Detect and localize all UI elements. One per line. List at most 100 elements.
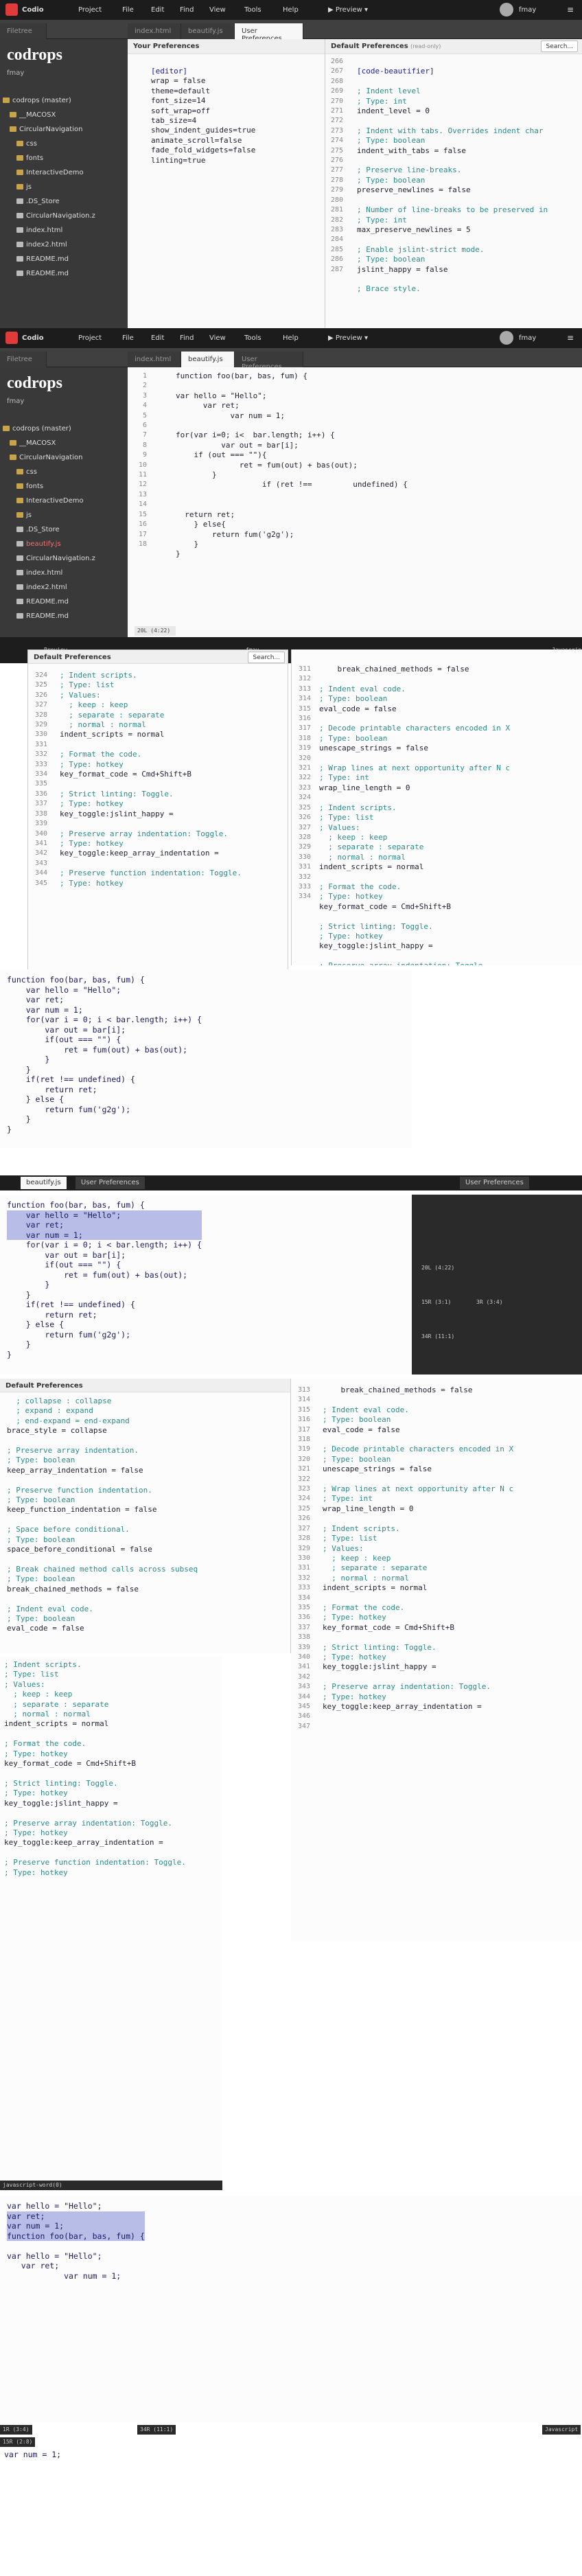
- tree-item-label: README.md: [26, 612, 69, 620]
- user-name[interactable]: fmay: [519, 6, 536, 14]
- search-button[interactable]: Search...: [248, 652, 285, 663]
- code-fragment-1[interactable]: function foo(bar, bas, fum) { var hello …: [0, 969, 412, 1148]
- menu-project[interactable]: Project: [78, 334, 102, 342]
- menu-view[interactable]: View: [209, 334, 226, 342]
- code-snippet[interactable]: var hello = "Hello"; var ret; var num = 1;…: [7, 2201, 145, 2281]
- code-fragment-2[interactable]: function foo(bar, bas, fum) { var hello …: [0, 1195, 412, 1375]
- tab-filetree[interactable]: Filetree: [0, 352, 47, 367]
- preference-line: ; separate : separate: [319, 842, 424, 852]
- preference-line: ; Preserve array indentation: Toggle.: [319, 961, 510, 965]
- tree-item[interactable]: codrops (master): [0, 425, 128, 439]
- tree-item[interactable]: InteractiveDemo: [0, 169, 128, 183]
- tab-user-preferences[interactable]: User Preferences: [460, 1177, 529, 1189]
- tab-index-html[interactable]: index.html: [128, 23, 181, 39]
- menu-project[interactable]: Project: [78, 6, 102, 14]
- preferences-code[interactable]: ; Indent scripts.; Type: list; Values: ;…: [60, 671, 242, 888]
- tree-item[interactable]: index.html: [0, 227, 128, 241]
- tree-item[interactable]: README.md: [0, 612, 128, 627]
- code-line: for(var i = 0; i < bar.length; i++) {: [7, 1240, 202, 1250]
- default-preferences-fragment[interactable]: Default Preferences Search... 324 325 326 3…: [27, 649, 288, 972]
- user-preferences-code[interactable]: [editor] wrap = false theme=default font_si…: [151, 67, 255, 165]
- code-snippet[interactable]: function foo(bar, bas, fum) { var hello …: [7, 975, 202, 1134]
- preferences-code[interactable]: break_chained_methods = false ; Indent e…: [319, 665, 510, 965]
- tab-beautify-js[interactable]: beautify.js: [21, 1177, 67, 1189]
- menu-edit[interactable]: Edit: [151, 334, 164, 342]
- code-fragment-3[interactable]: var hello = "Hello"; var ret; var num = 1;…: [0, 2196, 582, 2422]
- preference-line: ; Strict linting: Toggle.: [60, 789, 174, 798]
- default-preferences-code[interactable]: [code-beautifier] ; Indent level; Type: …: [357, 57, 548, 295]
- tab-filetree[interactable]: Filetree: [0, 23, 47, 39]
- preferences-code[interactable]: ; collapse : collapse ; expand : expand …: [7, 1396, 198, 1634]
- tree-item[interactable]: fonts: [0, 154, 128, 169]
- tree-item[interactable]: fonts: [0, 483, 128, 497]
- menu-hamburger-icon[interactable]: ≡: [567, 5, 574, 14]
- menu-hamburger-icon[interactable]: ≡: [567, 333, 574, 343]
- default-preferences-fragment-3[interactable]: 313 314 315 316 317 318 319 320 321 322 323 324 325 3…: [291, 1379, 582, 1942]
- tab-index-html[interactable]: index.html: [128, 352, 181, 367]
- menu-file[interactable]: File: [122, 334, 134, 342]
- code-snippet[interactable]: var num = 1;: [4, 2450, 61, 2460]
- tree-item[interactable]: CircularNavigation: [0, 454, 128, 468]
- preference-line: [319, 714, 510, 724]
- line-number: 345: [297, 1703, 310, 1710]
- tab-user-preferences[interactable]: User Preferences: [235, 352, 303, 371]
- preference-line: ; Type: hotkey: [4, 1828, 68, 1837]
- tree-item[interactable]: CircularNavigation.z: [0, 212, 128, 227]
- default-preferences-fragment-right[interactable]: 311 312 313 314 315 316 317 318 319 320 321 322 323 3…: [291, 649, 582, 965]
- menu-find[interactable]: Find: [180, 334, 194, 342]
- tree-item[interactable]: CircularNavigation: [0, 126, 128, 140]
- tree-item[interactable]: codrops (master): [0, 97, 128, 111]
- code-snippet[interactable]: function foo(bar, bas, fum) { var hello …: [7, 1200, 202, 1359]
- menu-file[interactable]: File: [122, 6, 134, 14]
- avatar[interactable]: [500, 331, 513, 345]
- tree-item[interactable]: .DS_Store: [0, 526, 128, 540]
- preview-button[interactable]: ▶ Preview ▾: [328, 334, 368, 342]
- tree-item-label: CircularNavigation.z: [26, 212, 95, 220]
- tree-item[interactable]: js: [0, 511, 128, 526]
- tree-item[interactable]: README.md: [0, 598, 128, 612]
- preview-button[interactable]: ▶ Preview ▾: [328, 6, 368, 14]
- code-line: var out = bar[i];: [176, 440, 299, 450]
- preferences-code[interactable]: break_chained_methods = false ; Indent e…: [323, 1385, 513, 1712]
- tree-item[interactable]: __MACOSX: [0, 111, 128, 126]
- tree-item[interactable]: css: [0, 140, 128, 154]
- tab-beautify-js[interactable]: beautify.js: [181, 352, 235, 367]
- tree-item[interactable]: InteractiveDemo: [0, 497, 128, 511]
- code-line: } else {: [7, 1094, 65, 1104]
- menu-tools[interactable]: Tools: [244, 334, 261, 342]
- user-name[interactable]: fmay: [519, 334, 536, 342]
- default-preferences-pane[interactable]: Default Preferences (read-only) Search..…: [325, 39, 582, 328]
- tree-item[interactable]: index.html: [0, 569, 128, 584]
- default-preferences-fragment-4[interactable]: ; Indent scripts.; Type: list; Values: ;…: [0, 1656, 222, 2192]
- menu-find[interactable]: Find: [180, 6, 194, 14]
- line-number: 321: [297, 1465, 310, 1473]
- menu-help[interactable]: Help: [283, 334, 299, 342]
- preferences-code[interactable]: ; Indent scripts.; Type: list; Values: ;…: [4, 1660, 186, 1878]
- tree-item[interactable]: .DS_Store: [0, 198, 128, 212]
- tree-item[interactable]: CircularNavigation.z: [0, 555, 128, 569]
- folder-icon: [10, 440, 16, 446]
- menu-help[interactable]: Help: [283, 6, 299, 14]
- menu-tools[interactable]: Tools: [244, 6, 261, 14]
- tab-user-preferences[interactable]: User Preferences: [75, 1177, 145, 1189]
- avatar[interactable]: [500, 3, 513, 16]
- menu-edit[interactable]: Edit: [151, 6, 164, 14]
- tree-item[interactable]: README.md: [0, 270, 128, 284]
- user-preferences-pane[interactable]: Your Preferences [editor] wrap = false the…: [128, 39, 325, 328]
- tree-item[interactable]: index2.html: [0, 584, 128, 598]
- tree-item[interactable]: css: [0, 468, 128, 483]
- tab-user-preferences[interactable]: User Preferences: [235, 23, 303, 43]
- tree-item[interactable]: js: [0, 183, 128, 198]
- search-button[interactable]: Search...: [541, 41, 578, 52]
- tree-item[interactable]: beautify.js: [0, 540, 128, 555]
- tree-item[interactable]: index2.html: [0, 241, 128, 255]
- folder-icon: [10, 126, 16, 132]
- tab-beautify-js[interactable]: beautify.js: [181, 23, 235, 39]
- default-preferences-fragment-2[interactable]: Default Preferences ; collapse : collaps…: [0, 1379, 291, 1653]
- code-area[interactable]: function foo(bar, bas, fum) { var hello …: [176, 371, 408, 560]
- tab-strip-fragment: beautify.js User Preferences User Prefer…: [0, 1175, 582, 1191]
- tree-item[interactable]: README.md: [0, 255, 128, 270]
- menu-view[interactable]: View: [209, 6, 226, 14]
- code-editor[interactable]: 1 2 3 4 5 6 7 8 9 10 11 12 13 14 15 16 17 18 function foo…: [128, 367, 582, 637]
- tree-item[interactable]: __MACOSX: [0, 439, 128, 454]
